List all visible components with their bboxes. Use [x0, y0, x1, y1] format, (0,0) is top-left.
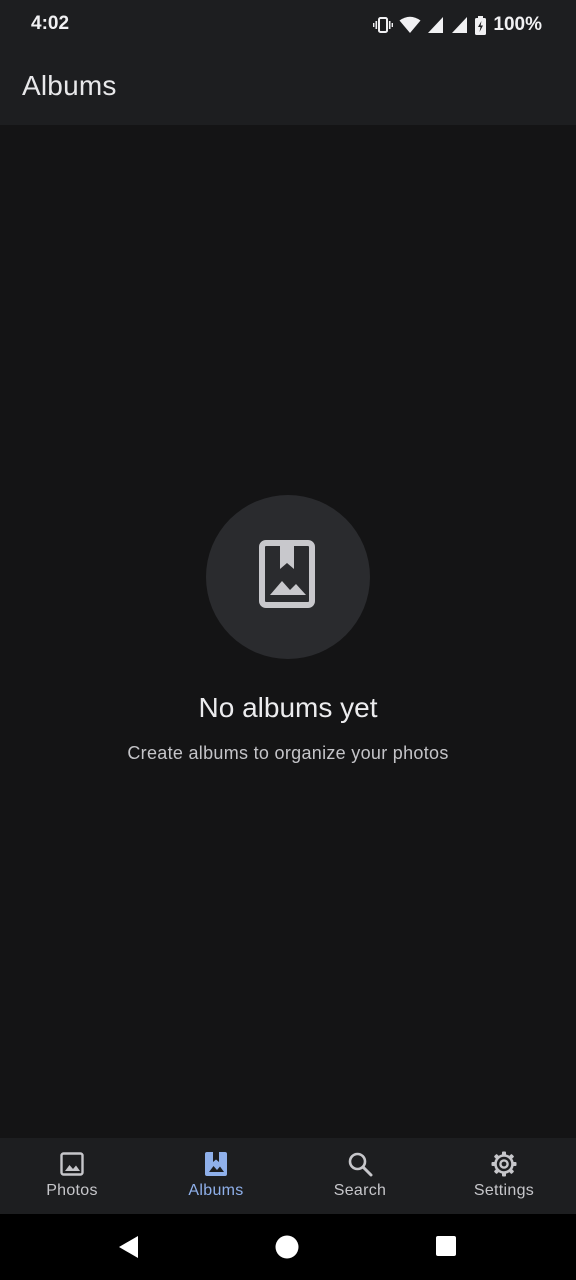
- battery-icon: [475, 15, 487, 35]
- page-title: Albums: [22, 70, 117, 101]
- nav-label-search: Search: [333, 1182, 387, 1199]
- vibrate-icon: [373, 16, 394, 34]
- gear-icon: [490, 1150, 518, 1178]
- album-bookmark-icon: [258, 539, 318, 616]
- empty-state-icon-circle: [206, 495, 370, 659]
- search-icon: [346, 1150, 374, 1178]
- bottom-navigation: Photos Albums Search Settings: [0, 1138, 576, 1214]
- status-icons: 100%: [373, 12, 542, 38]
- nav-label-photos: Photos: [46, 1182, 98, 1199]
- album-icon: [202, 1150, 230, 1178]
- status-time: 4:02: [31, 13, 70, 34]
- signal-icon: [427, 16, 445, 34]
- home-button[interactable]: [275, 1235, 299, 1264]
- system-navigation-bar: [0, 1214, 576, 1280]
- battery-percentage: 100%: [493, 14, 542, 35]
- nav-label-settings: Settings: [473, 1182, 535, 1199]
- home-icon: [275, 1235, 299, 1259]
- nav-item-settings[interactable]: Settings: [432, 1138, 576, 1214]
- nav-item-photos[interactable]: Photos: [0, 1138, 144, 1214]
- app-bar: Albums: [0, 50, 576, 125]
- recents-button[interactable]: [435, 1235, 457, 1262]
- back-icon: [119, 1236, 138, 1258]
- screen: 4:02 100% Albums No albums yet Create al…: [0, 0, 576, 1280]
- recents-icon: [436, 1236, 456, 1256]
- back-button[interactable]: [117, 1235, 141, 1264]
- empty-state-title: No albums yet: [198, 692, 378, 723]
- signal-icon: [451, 16, 469, 34]
- nav-item-search[interactable]: Search: [288, 1138, 432, 1214]
- photo-icon: [58, 1150, 86, 1178]
- wifi-icon: [399, 16, 421, 34]
- nav-item-albums[interactable]: Albums: [144, 1138, 288, 1214]
- nav-label-albums: Albums: [188, 1182, 244, 1199]
- empty-state-subtitle: Create albums to organize your photos: [127, 743, 449, 763]
- status-bar: 4:02 100%: [0, 0, 576, 50]
